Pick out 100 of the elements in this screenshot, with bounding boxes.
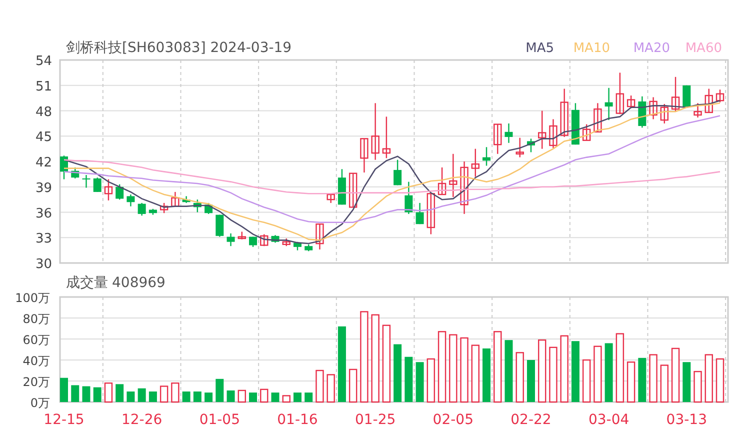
candlestick — [249, 236, 258, 247]
candlestick — [260, 234, 268, 246]
volume-bar — [438, 331, 446, 403]
legend-label: MA5 — [526, 41, 554, 56]
candlestick — [482, 147, 490, 166]
volume-bar — [694, 370, 702, 403]
volume-bar — [271, 392, 280, 402]
candlestick — [460, 162, 468, 214]
axis-label: 0万 — [30, 396, 50, 410]
candlestick — [616, 72, 624, 114]
volume-bar — [516, 352, 524, 403]
axis-label: 30 — [35, 257, 52, 272]
candlestick — [148, 208, 157, 215]
volume-bar — [71, 385, 80, 402]
volume-bar — [238, 390, 246, 403]
candlestick — [604, 88, 613, 120]
candlestick — [449, 154, 458, 198]
date-label: 12-15 — [44, 412, 84, 428]
volume-bar — [93, 387, 102, 402]
axis-label: 54 — [35, 54, 52, 69]
volume-bar — [148, 392, 157, 402]
candlestick — [60, 156, 68, 180]
date-label: 01-25 — [354, 412, 396, 428]
candlestick — [82, 175, 90, 188]
volume-bar — [294, 392, 302, 402]
volume-bar — [126, 392, 135, 402]
candlestick — [182, 196, 190, 203]
candlestick — [348, 172, 358, 208]
candlestick — [682, 85, 691, 107]
candlestick — [716, 90, 724, 102]
axis-label: 60万 — [22, 333, 50, 347]
axis-label: 80万 — [22, 312, 50, 326]
volume-bar — [704, 354, 713, 403]
volume-bar — [82, 386, 90, 402]
candlestick — [571, 103, 580, 145]
date-label: 02-22 — [510, 412, 552, 428]
candlestick — [438, 167, 446, 196]
date-label: 03-13 — [666, 412, 707, 428]
volume-bar — [60, 378, 68, 402]
volume-bar — [348, 368, 358, 403]
candlestick — [638, 96, 646, 128]
candlestick — [382, 116, 391, 158]
volume-bar — [193, 392, 202, 402]
volume-bar — [549, 346, 558, 403]
volume-bar — [471, 344, 480, 403]
legend-label: MA20 — [633, 41, 670, 56]
candlestick — [238, 232, 246, 240]
candlestick — [338, 169, 346, 205]
volume-bar — [504, 340, 513, 402]
volume-bar — [394, 344, 402, 402]
volume-bar — [626, 362, 636, 403]
volume-bar — [282, 395, 290, 403]
axis-label: 40万 — [22, 354, 50, 368]
candlestick — [282, 238, 290, 246]
candlestick — [416, 202, 424, 224]
candlestick — [104, 179, 113, 200]
volume-bar — [660, 364, 668, 403]
volume-bar — [571, 341, 580, 402]
candlestick — [93, 178, 102, 192]
candlestick — [426, 193, 436, 234]
volume-bar — [716, 358, 724, 403]
date-label: 12-26 — [121, 412, 162, 428]
volume-bar — [560, 335, 568, 403]
volume-bar — [316, 370, 324, 403]
candlestick — [494, 124, 502, 154]
volume-bar — [671, 348, 680, 403]
volume-bar — [616, 333, 624, 403]
candlestick — [649, 97, 658, 120]
volume-bar — [260, 388, 268, 403]
candlestick — [193, 200, 202, 212]
date-label: 01-05 — [199, 412, 240, 428]
date-label: 02-05 — [432, 412, 474, 428]
candlestick — [671, 76, 680, 112]
volume-bar — [404, 356, 413, 402]
candlestick — [316, 224, 324, 250]
axis-label: 39 — [35, 180, 52, 196]
volume-bar — [649, 354, 658, 403]
volume-bar — [460, 337, 468, 403]
candlestick — [294, 242, 302, 250]
candlestick — [626, 96, 636, 108]
candlestick — [582, 124, 591, 141]
volume-bar — [526, 360, 535, 402]
chart-title: 剑桥科技[SH603083] 2024-03-19 — [66, 40, 292, 56]
volume-bar — [160, 386, 168, 403]
axis-label: 36 — [35, 206, 52, 222]
volume-bar — [594, 346, 602, 403]
candlestick — [471, 148, 480, 177]
candlestick — [704, 88, 713, 114]
candlestick — [226, 233, 235, 246]
volume-bar — [171, 382, 180, 403]
candlestick — [549, 119, 558, 148]
date-label: 03-04 — [588, 412, 630, 428]
volume-label: 成交量 — [66, 275, 108, 291]
volume-bar — [138, 388, 146, 402]
candlestick — [360, 138, 368, 172]
candlestick — [160, 202, 168, 214]
candlestick — [171, 192, 180, 207]
candlestick — [71, 167, 80, 178]
volume-bar — [426, 358, 436, 403]
candlestick — [660, 104, 668, 124]
